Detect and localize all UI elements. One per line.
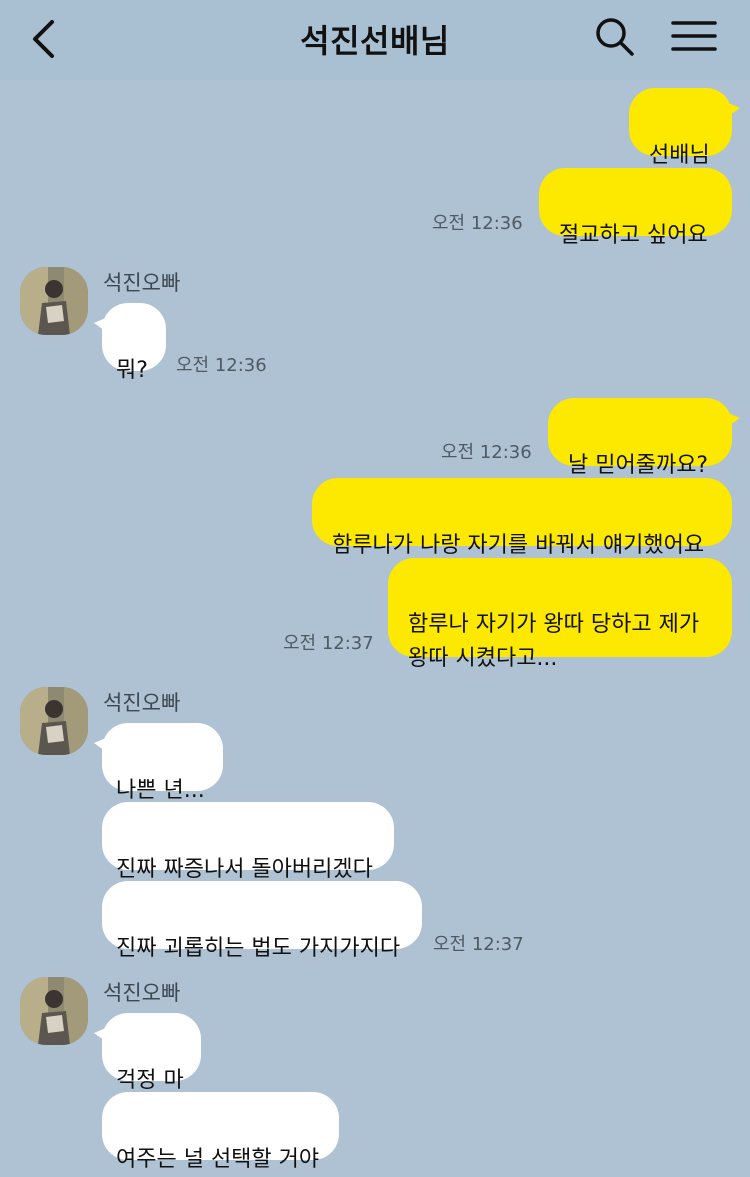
message-bubble-incoming[interactable]: 뭐? xyxy=(94,303,166,383)
message-timestamp: 오전 12:36 xyxy=(432,213,523,234)
message-timestamp: 오전 12:36 xyxy=(441,442,532,463)
sender-name: 석진오빠 xyxy=(103,981,181,1005)
message-bubble-incoming[interactable]: 나쁜 년... xyxy=(94,723,223,803)
search-button[interactable] xyxy=(592,14,638,60)
message-text: 진짜 괴롭히는 법도 가지가지다 xyxy=(116,936,401,961)
avatar[interactable] xyxy=(20,977,88,1045)
avatar[interactable] xyxy=(20,267,88,335)
sender-name: 석진오빠 xyxy=(103,691,181,715)
message-text: 절교하고 싶어요 xyxy=(559,223,708,248)
search-icon xyxy=(596,18,634,56)
message-text: 함루나가 나랑 자기를 바꿔서 얘기했어요 xyxy=(332,533,705,558)
message-text: 진짜 짜증나서 돌아버리겠다 xyxy=(116,857,373,882)
message-text: 여주는 널 선택할 거야 xyxy=(116,1147,320,1172)
message-timestamp: 오전 12:37 xyxy=(283,633,374,654)
profile-photo-icon xyxy=(20,687,88,755)
hamburger-menu-icon xyxy=(671,21,717,51)
message-bubble-incoming[interactable]: 여주는 널 선택할 거야 xyxy=(102,1092,339,1172)
sender-name: 석진오빠 xyxy=(103,271,181,295)
message-bubble-outgoing[interactable]: 절교하고 싶어요 xyxy=(539,168,732,248)
message-bubble-outgoing[interactable]: 함루나가 나랑 자기를 바꿔서 얘기했어요 xyxy=(312,478,732,558)
message-timestamp: 오전 12:37 xyxy=(433,934,524,955)
message-bubble-outgoing[interactable]: 날 믿어줄까요? xyxy=(548,398,740,478)
message-bubble-outgoing[interactable]: 선배님 xyxy=(629,88,740,168)
message-text: 날 믿어줄까요? xyxy=(568,453,709,478)
message-text: 뭐? xyxy=(116,358,148,383)
message-bubble-outgoing[interactable]: 함루나 자기가 왕따 당하고 제가 왕따 시켰다고... xyxy=(388,558,732,671)
message-text: 선배님 xyxy=(649,143,710,168)
menu-button[interactable] xyxy=(670,18,718,58)
profile-photo-icon xyxy=(20,977,88,1045)
avatar[interactable] xyxy=(20,687,88,755)
message-bubble-incoming[interactable]: 진짜 짜증나서 돌아버리겠다 xyxy=(102,802,394,882)
profile-photo-icon xyxy=(20,267,88,335)
chat-header: 석진선배님 xyxy=(0,0,750,80)
message-text: 함루나 자기가 왕따 당하고 제가 왕따 시켰다고... xyxy=(408,612,700,671)
message-text: 걱정 마 xyxy=(116,1068,184,1093)
message-bubble-incoming[interactable]: 진짜 괴롭히는 법도 가지가지다 xyxy=(102,881,422,961)
message-bubble-incoming[interactable]: 걱정 마 xyxy=(94,1013,201,1093)
message-timestamp: 오전 12:36 xyxy=(176,355,267,376)
message-text: 나쁜 년... xyxy=(116,778,205,803)
